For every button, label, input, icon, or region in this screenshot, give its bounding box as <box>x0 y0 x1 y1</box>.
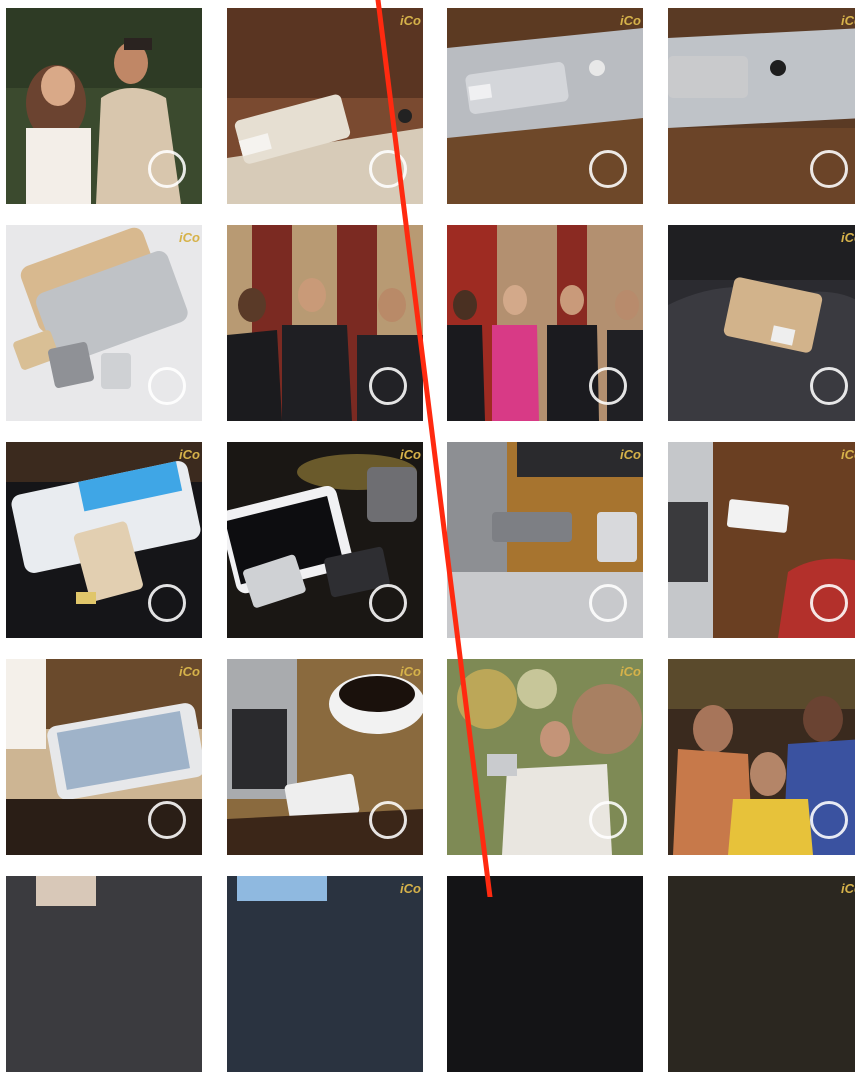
select-circle[interactable] <box>810 150 848 188</box>
photo-tile-17[interactable] <box>6 876 202 1072</box>
photo-partial <box>447 876 643 1072</box>
brand-label: iCo <box>620 664 641 679</box>
brand-label: iCo <box>620 13 641 28</box>
select-circle[interactable] <box>589 584 627 622</box>
photo-tile-3[interactable]: iCo <box>447 8 643 204</box>
photo-tile-15[interactable]: iCo <box>447 659 643 855</box>
brand-label: iCo <box>841 447 855 462</box>
brand-label: iCo <box>841 230 855 245</box>
select-circle[interactable] <box>810 367 848 405</box>
photo-tile-1[interactable] <box>6 8 202 204</box>
brand-label: iCo <box>179 447 200 462</box>
photo-tile-7[interactable] <box>447 225 643 421</box>
photo-tile-5[interactable]: iCo <box>6 225 202 421</box>
select-circle[interactable] <box>369 367 407 405</box>
brand-label: iCo <box>400 664 421 679</box>
photo-tile-18[interactable]: iCo <box>227 876 423 1072</box>
select-circle[interactable] <box>810 801 848 839</box>
brand-label: iCo <box>179 664 200 679</box>
brand-label: iCo <box>400 13 421 28</box>
photo-tile-14[interactable]: iCo <box>227 659 423 855</box>
photo-tile-8[interactable]: iCo <box>668 225 855 421</box>
photo-tile-9[interactable]: iCo <box>6 442 202 638</box>
select-circle[interactable] <box>369 801 407 839</box>
photo-tile-19[interactable] <box>447 876 643 1072</box>
photo-tile-11[interactable]: iCo <box>447 442 643 638</box>
photo-tile-13[interactable]: iCo <box>6 659 202 855</box>
photo-partial <box>6 876 202 1072</box>
photo-tile-4[interactable]: iCo <box>668 8 855 204</box>
select-circle[interactable] <box>589 367 627 405</box>
brand-label: iCo <box>620 447 641 462</box>
photo-partial <box>227 876 423 1072</box>
brand-label: iCo <box>841 13 855 28</box>
photo-tile-6[interactable] <box>227 225 423 421</box>
brand-label: iCo <box>841 881 855 896</box>
select-circle[interactable] <box>148 367 186 405</box>
select-circle[interactable] <box>148 801 186 839</box>
photo-tile-2[interactable]: iCo <box>227 8 423 204</box>
select-circle[interactable] <box>148 584 186 622</box>
select-circle[interactable] <box>369 150 407 188</box>
select-circle[interactable] <box>589 150 627 188</box>
photo-partial <box>668 876 855 1072</box>
photo-tile-20[interactable]: iCo <box>668 876 855 1072</box>
select-circle[interactable] <box>810 584 848 622</box>
photo-tile-16[interactable] <box>668 659 855 855</box>
photo-grid: iCo iCo iCo <box>0 0 855 1072</box>
select-circle[interactable] <box>148 150 186 188</box>
brand-label: iCo <box>400 881 421 896</box>
photo-tile-10[interactable]: iCo <box>227 442 423 638</box>
brand-label: iCo <box>400 447 421 462</box>
select-circle[interactable] <box>589 801 627 839</box>
photo-tile-12[interactable]: iCo <box>668 442 855 638</box>
brand-label: iCo <box>179 230 200 245</box>
select-circle[interactable] <box>369 584 407 622</box>
